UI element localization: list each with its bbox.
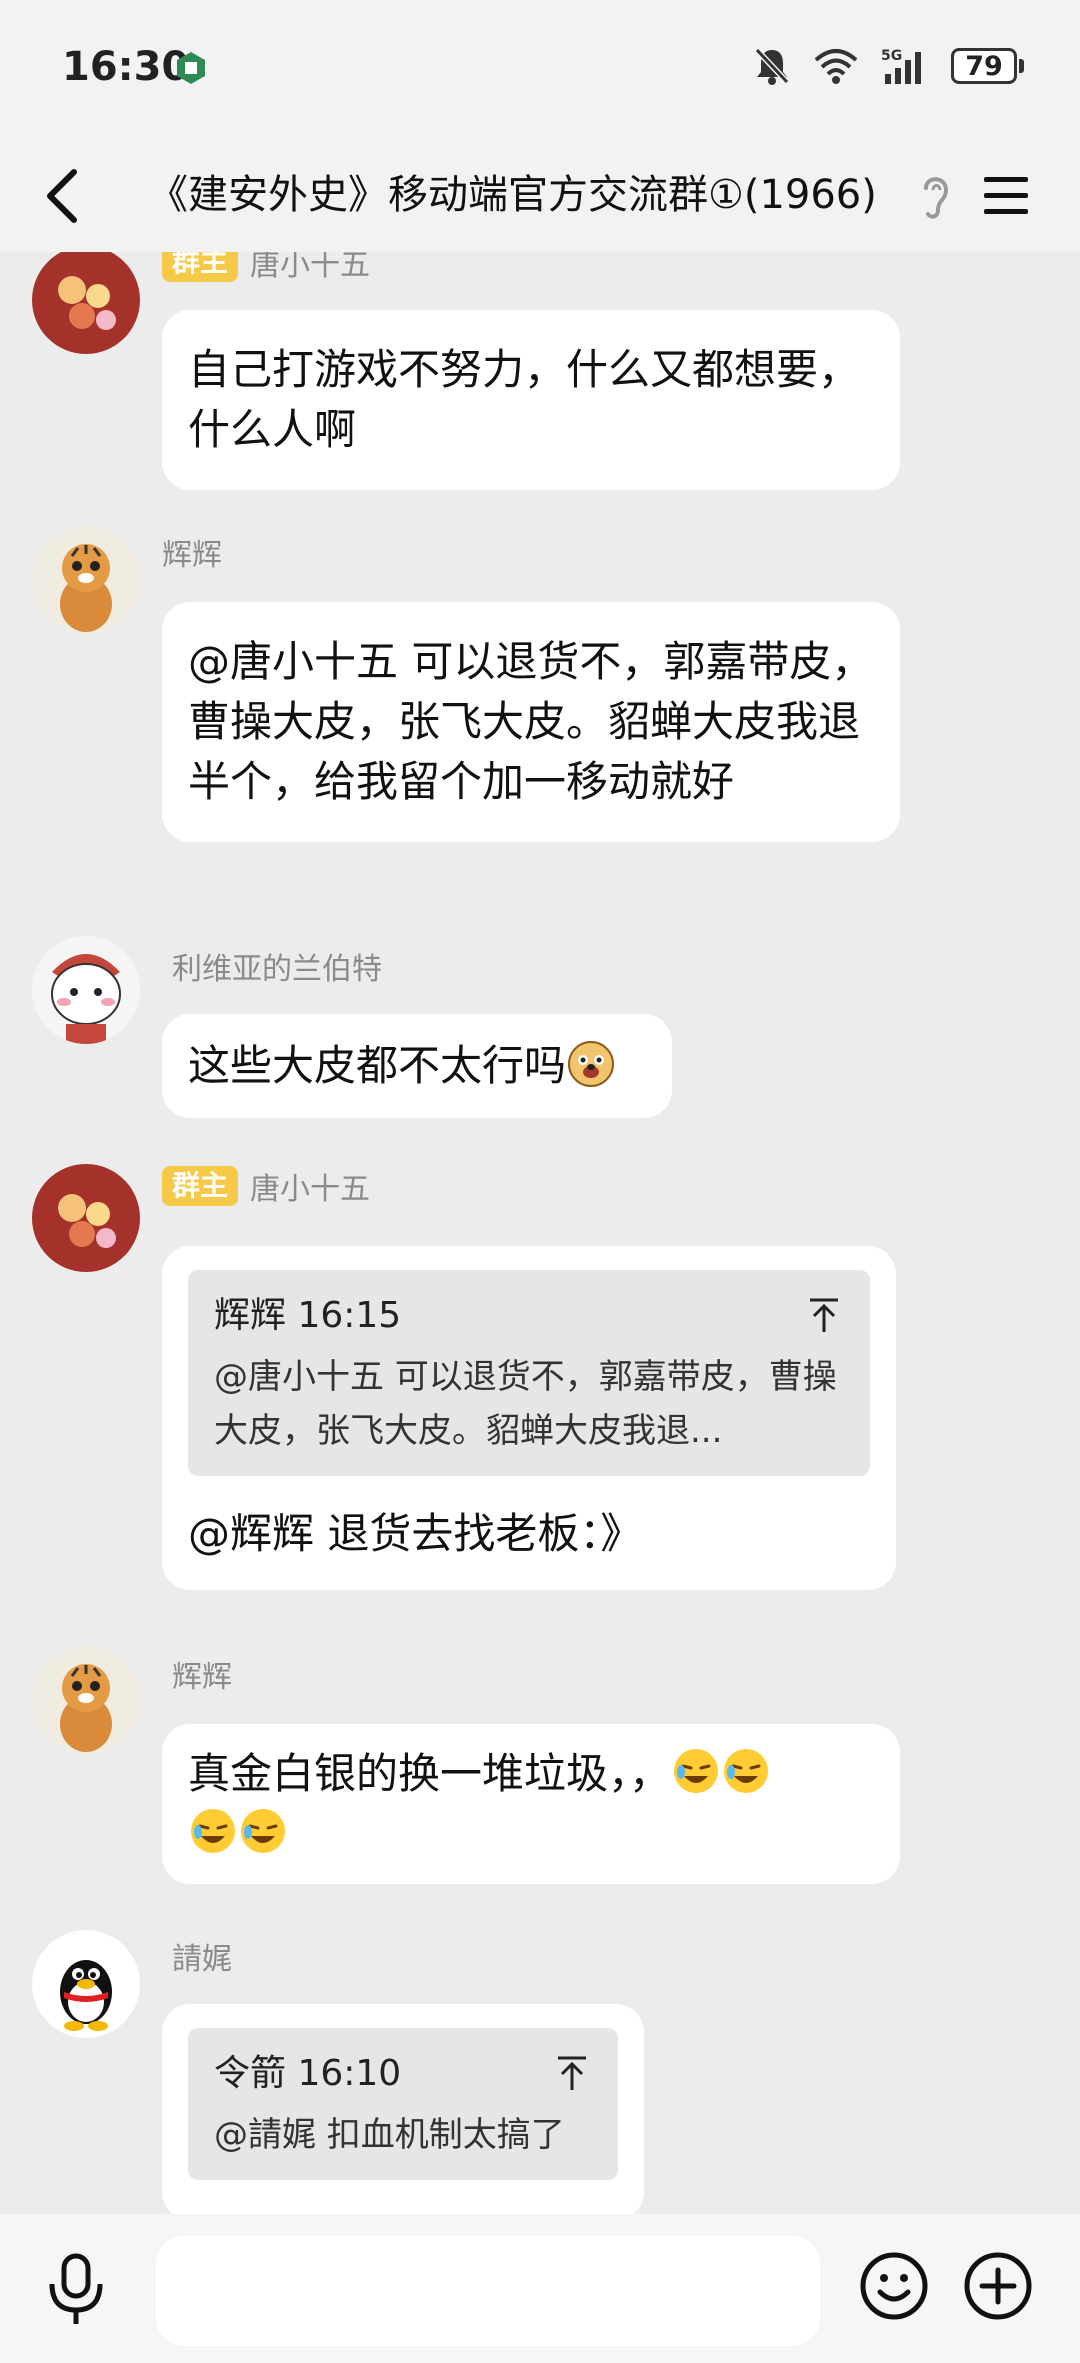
back-button[interactable] xyxy=(30,160,94,232)
avatar[interactable] xyxy=(32,1930,140,2038)
app-notification-icon xyxy=(177,52,205,84)
status-time: 16:30 xyxy=(62,44,190,90)
message-bubble[interactable]: 辉辉 16:15 @唐小十五 可以退货不，郭嘉带皮，曹操大皮，张飞大皮。貂蝉大皮… xyxy=(162,1246,896,1590)
quote-body: @請娓 扣血机制太搞了 xyxy=(214,2115,565,2155)
sender-row: 辉辉 xyxy=(162,530,222,574)
sender-name: 請娓 xyxy=(172,1942,232,1977)
jump-to-top-icon[interactable] xyxy=(806,1296,842,1336)
dog-face-emoji-icon xyxy=(568,1041,615,1087)
back-arrow-icon xyxy=(47,169,77,223)
message-text: @辉辉 退货去找老板：》 xyxy=(188,1509,643,1558)
sender-row: 請娓 xyxy=(172,1934,232,1978)
avatar[interactable] xyxy=(32,1646,140,1754)
sender-row: 群主 唐小十五 xyxy=(162,252,370,284)
sender-row: 辉辉 xyxy=(172,1652,232,1696)
message-bubble[interactable]: @唐小十五 可以退货不，郭嘉带皮，曹操大皮，张飞大皮。貂蝉大皮我退半个，给我留个… xyxy=(162,602,900,842)
menu-icon xyxy=(984,177,1028,214)
sender-name: 利维亚的兰伯特 xyxy=(172,952,382,987)
quote-header: 辉辉 16:15 xyxy=(214,1295,402,1336)
mute-bell-icon xyxy=(754,47,790,85)
menu-button[interactable] xyxy=(970,160,1042,232)
battery-level: 79 xyxy=(951,48,1017,84)
quoted-message[interactable]: 令箭 16:10 @請娓 扣血机制太搞了 xyxy=(188,2028,618,2180)
laughing-emoji-icon xyxy=(241,1809,285,1853)
sender-row: 群主 唐小十五 xyxy=(162,1164,370,1208)
message-text: @唐小十五 可以退货不，郭嘉带皮，曹操大皮，张飞大皮。貂蝉大皮我退半个，给我留个… xyxy=(188,637,874,806)
wifi-icon xyxy=(814,49,858,84)
message-bubble[interactable]: 这些大皮都不太行吗 xyxy=(162,1014,672,1118)
laughing-emoji-icon xyxy=(674,1749,719,1793)
avatar[interactable] xyxy=(32,526,140,634)
chat-title: 《建安外史》移动端官方交流群①(1966) xyxy=(148,172,877,218)
microphone-icon[interactable] xyxy=(40,2250,112,2328)
plus-circle-icon[interactable] xyxy=(962,2250,1034,2322)
owner-badge: 群主 xyxy=(162,1166,239,1206)
message-bubble[interactable]: 真金白银的换一堆垃圾，， xyxy=(162,1724,900,1884)
sender-name: 辉辉 xyxy=(162,538,222,573)
quote-header: 令箭 16:10 xyxy=(214,2053,402,2094)
sender-name: 唐小十五 xyxy=(250,252,371,283)
owner-badge: 群主 xyxy=(162,252,239,282)
status-bar: 16:30 5G 79 xyxy=(0,0,1080,140)
avatar[interactable] xyxy=(32,252,140,354)
message-text: 真金白银的换一堆垃圾，， xyxy=(188,1749,672,1798)
chat-message-list[interactable]: 群主 唐小十五 自己打游戏不努力，什么又都想要，什么人啊 辉辉 @唐小十五 可以… xyxy=(0,252,1080,2214)
title-bar: 《建安外史》移动端官方交流群①(1966) xyxy=(0,140,1080,252)
svg-text:5G: 5G xyxy=(881,48,902,64)
ear-icon[interactable] xyxy=(916,166,956,226)
quoted-message[interactable]: 辉辉 16:15 @唐小十五 可以退货不，郭嘉带皮，曹操大皮，张飞大皮。貂蝉大皮… xyxy=(188,1270,870,1476)
smiley-icon[interactable] xyxy=(858,2250,930,2322)
jump-to-top-icon[interactable] xyxy=(554,2054,590,2094)
cellular-5g-icon: 5G xyxy=(881,48,921,84)
message-input[interactable] xyxy=(156,2236,820,2346)
message-bubble[interactable]: 令箭 16:10 @請娓 扣血机制太搞了 xyxy=(162,2004,644,2214)
input-bar xyxy=(0,2214,1080,2363)
message-bubble[interactable]: 自己打游戏不努力，什么又都想要，什么人啊 xyxy=(162,310,900,490)
battery-indicator: 79 xyxy=(951,48,1024,84)
quote-body: @唐小十五 可以退货不，郭嘉带皮，曹操大皮，张飞大皮。貂蝉大皮我退... xyxy=(214,1357,837,1451)
laughing-emoji-icon xyxy=(191,1809,235,1853)
message-text: 自己打游戏不努力，什么又都想要，什么人啊 xyxy=(188,345,861,454)
avatar[interactable] xyxy=(32,1164,140,1272)
sender-name: 唐小十五 xyxy=(250,1172,371,1207)
message-text: 这些大皮都不太行吗 xyxy=(188,1041,567,1090)
sender-name: 辉辉 xyxy=(172,1660,232,1695)
laughing-emoji-icon xyxy=(724,1749,769,1793)
avatar[interactable] xyxy=(32,936,140,1044)
sender-row: 利维亚的兰伯特 xyxy=(172,944,382,988)
status-icons: 5G 79 xyxy=(753,46,1024,86)
